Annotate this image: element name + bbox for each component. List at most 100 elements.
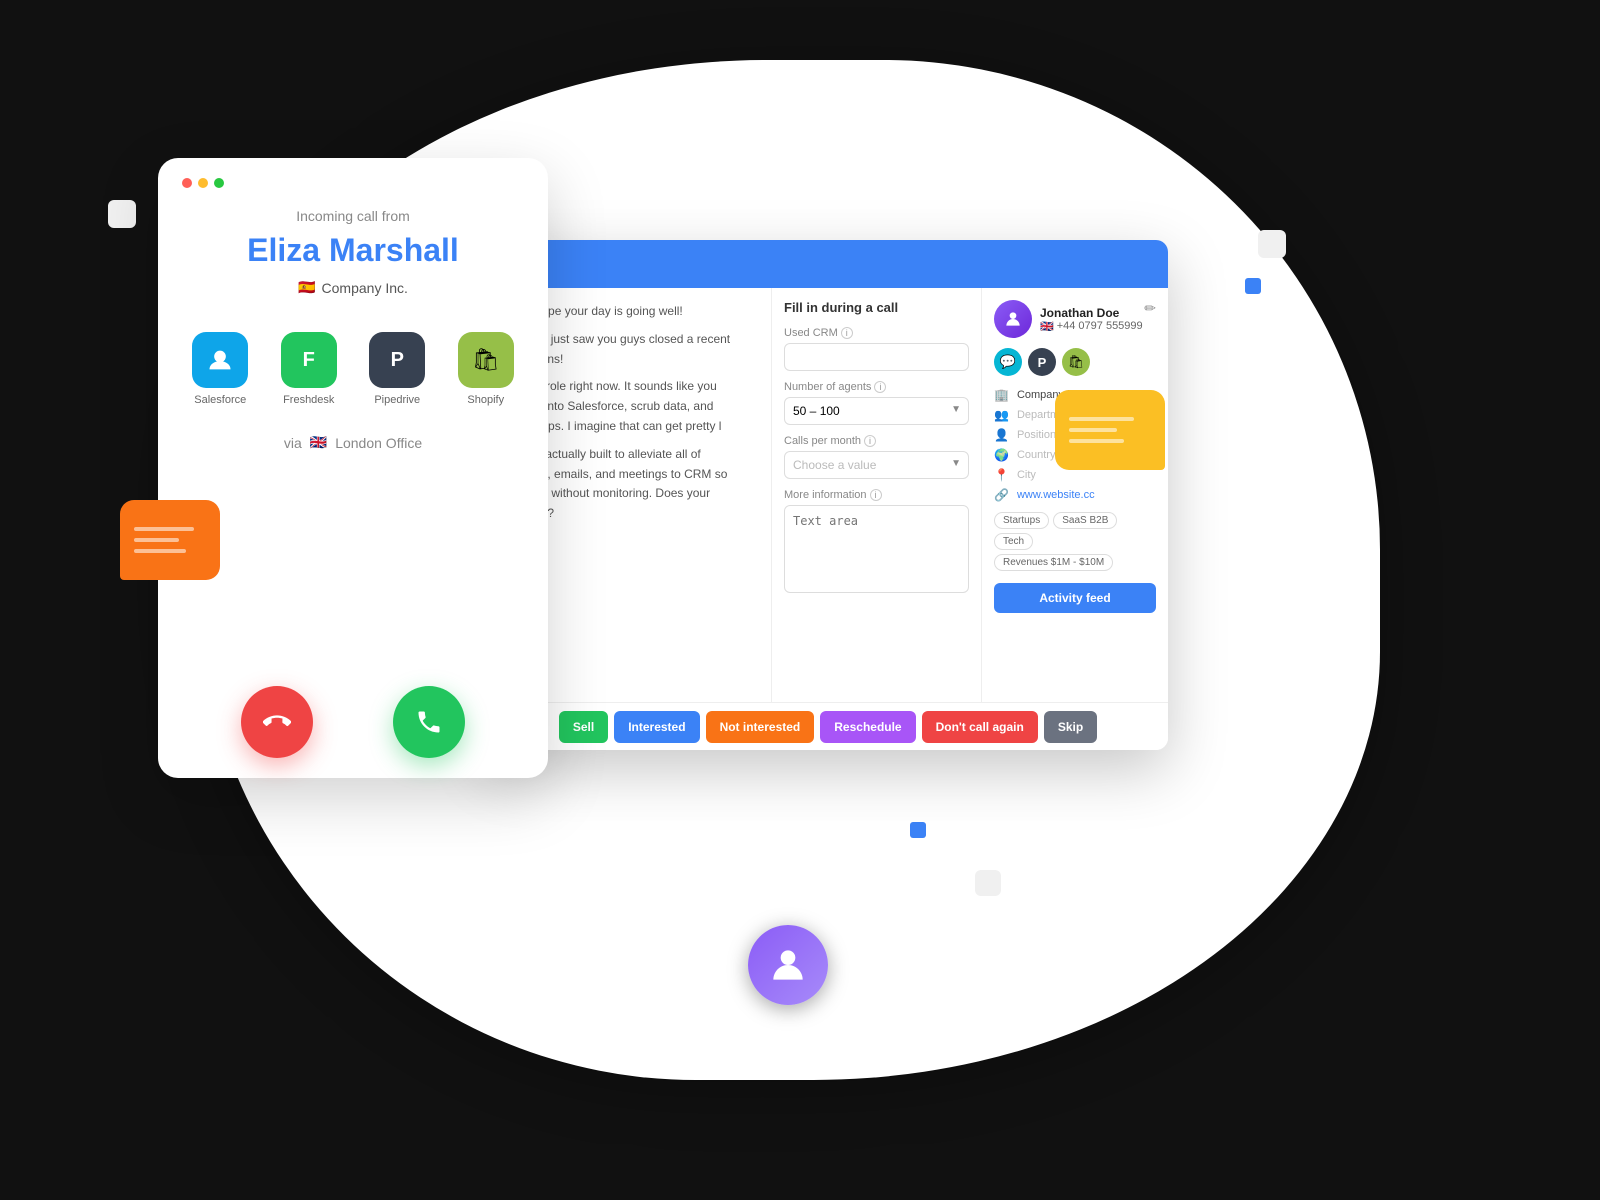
salesforce-icon — [192, 332, 248, 388]
app-chat-icon: 💬 — [994, 348, 1022, 376]
app-pipedrive-icon: P — [1028, 348, 1056, 376]
freshdesk-label: Freshdesk — [283, 394, 334, 406]
via-row: via 🇬🇧 London Office — [284, 434, 422, 451]
form-title: Fill in during a call — [784, 300, 969, 315]
tag-startups: Startups — [994, 512, 1049, 529]
shopify-icon: 🛍 — [458, 332, 514, 388]
via-label: via — [284, 435, 302, 451]
contact-name: Jonathan Doe — [1040, 306, 1143, 320]
avatar-person-icon — [1003, 309, 1023, 329]
agents-label: Number of agents i — [784, 381, 969, 393]
integration-salesforce: Salesforce — [182, 332, 259, 406]
not-interested-button[interactable]: Not interested — [706, 711, 815, 743]
accept-icon — [415, 708, 443, 736]
pipedrive-icon: P — [369, 332, 425, 388]
contact-apps: 💬 P 🛍 — [994, 348, 1156, 376]
integration-freshdesk: F Freshdesk — [271, 332, 348, 406]
contact-flag: 🇬🇧 — [1040, 320, 1054, 333]
contact-phone: +44 0797 555999 — [1057, 320, 1143, 332]
department-icon: 👥 — [994, 408, 1009, 422]
pipedrive-label: Pipedrive — [374, 394, 420, 406]
form-section: Fill in during a call Used CRM i Number … — [772, 288, 982, 702]
info-icon-2: i — [874, 381, 886, 393]
info-icon-1: i — [841, 327, 853, 339]
office-name: London Office — [335, 435, 422, 451]
contact-text: Jonathan Doe 🇬🇧 +44 0797 555999 — [1040, 306, 1143, 333]
reschedule-button[interactable]: Reschedule — [820, 711, 915, 743]
integration-shopify: 🛍 Shopify — [448, 332, 525, 406]
contact-header: Jonathan Doe 🇬🇧 +44 0797 555999 ✏ — [994, 300, 1156, 338]
dot-red — [182, 178, 192, 188]
detail-city-text: City — [1017, 469, 1036, 481]
dot-yellow — [198, 178, 208, 188]
bottom-avatar-icon — [766, 943, 810, 987]
interested-button[interactable]: Interested — [614, 711, 699, 743]
edit-icon[interactable]: ✏ — [1144, 300, 1156, 317]
integrations-grid: Salesforce F Freshdesk P Pipedrive 🛍 Sho… — [182, 332, 524, 406]
company-row: 🇪🇸 Company Inc. — [298, 279, 408, 296]
calls-label: Calls per month i — [784, 435, 969, 447]
window-dots — [182, 178, 224, 188]
uk-flag: 🇬🇧 — [310, 434, 327, 451]
crm-body: here. Hope your day is going well! ile, … — [488, 288, 1168, 702]
freshdesk-icon: F — [281, 332, 337, 388]
bubble-line — [134, 549, 186, 553]
detail-website-text: www.website.cc — [1017, 489, 1095, 501]
decline-icon — [263, 708, 291, 736]
agents-select[interactable]: 50 – 100 — [784, 397, 969, 425]
activity-feed-button[interactable]: Activity feed — [994, 583, 1156, 613]
shopify-label: Shopify — [467, 394, 504, 406]
accept-button[interactable] — [393, 686, 465, 758]
phone-card: Incoming call from Eliza Marshall 🇪🇸 Com… — [158, 158, 548, 778]
sell-button[interactable]: Sell — [559, 711, 608, 743]
city-icon: 📍 — [994, 468, 1009, 482]
caller-name: Eliza Marshall — [247, 232, 459, 269]
more-info-textarea[interactable] — [784, 505, 969, 593]
salesforce-label: Salesforce — [194, 394, 246, 406]
contact-phone-row: 🇬🇧 +44 0797 555999 — [1040, 320, 1143, 333]
position-icon: 👤 — [994, 428, 1009, 442]
dec-square-4 — [975, 870, 1001, 896]
detail-position-text: Position — [1017, 429, 1056, 441]
detail-country-text: Country — [1017, 449, 1056, 461]
crm-bottom-bar: Sell Interested Not interested Reschedul… — [488, 702, 1168, 750]
speech-bubble-left — [120, 500, 220, 580]
used-crm-label: Used CRM i — [784, 327, 969, 339]
country-icon: 🌍 — [994, 448, 1009, 462]
dec-square-3 — [1245, 278, 1261, 294]
bubble-line — [1069, 417, 1134, 421]
integration-pipedrive: P Pipedrive — [359, 332, 436, 406]
dec-square-5 — [910, 822, 926, 838]
tags-container: Startups SaaS B2B Tech Revenues $1M - $1… — [994, 512, 1156, 571]
contact-avatar — [994, 300, 1032, 338]
bubble-line — [134, 527, 194, 531]
info-icon-4: i — [870, 489, 882, 501]
tag-tech: Tech — [994, 533, 1033, 550]
bottom-avatar — [748, 925, 828, 1005]
more-info-label: More information i — [784, 489, 969, 501]
contact-info: Jonathan Doe 🇬🇧 +44 0797 555999 — [994, 300, 1143, 338]
detail-website: 🔗 www.website.cc — [994, 488, 1156, 502]
dont-call-button[interactable]: Don't call again — [922, 711, 1038, 743]
call-actions — [241, 686, 465, 758]
bubble-line — [1069, 439, 1124, 443]
bubble-line — [134, 538, 179, 542]
tag-saas: SaaS B2B — [1053, 512, 1117, 529]
app-shopify-icon: 🛍 — [1062, 348, 1090, 376]
tag-revenues: Revenues $1M - $10M — [994, 554, 1113, 571]
used-crm-input[interactable] — [784, 343, 969, 371]
company-icon: 🏢 — [994, 388, 1009, 402]
info-icon-3: i — [864, 435, 876, 447]
dec-square-1 — [108, 200, 136, 228]
speech-bubble-right — [1055, 390, 1165, 470]
incoming-label: Incoming call from — [296, 208, 410, 224]
calls-select[interactable]: Choose a value — [784, 451, 969, 479]
contact-section: Jonathan Doe 🇬🇧 +44 0797 555999 ✏ 💬 P 🛍 — [982, 288, 1168, 702]
skip-button[interactable]: Skip — [1044, 711, 1097, 743]
crm-panel: here. Hope your day is going well! ile, … — [488, 240, 1168, 750]
website-icon: 🔗 — [994, 488, 1009, 502]
crm-top-bar — [488, 240, 1168, 288]
detail-city: 📍 City — [994, 468, 1156, 482]
decline-button[interactable] — [241, 686, 313, 758]
bubble-line — [1069, 428, 1117, 432]
